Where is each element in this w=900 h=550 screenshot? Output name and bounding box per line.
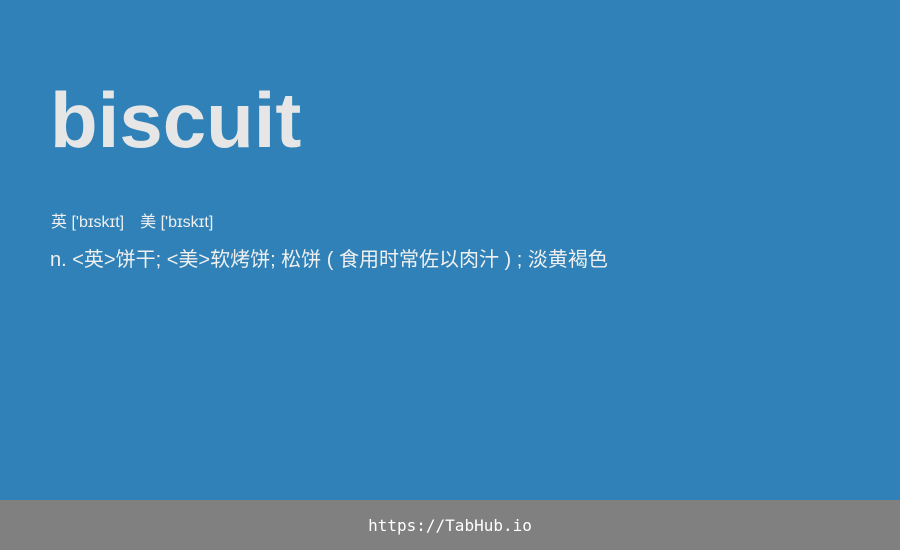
- definition: n. <英>饼干; <美>软烤饼; 松饼 ( 食用时常佐以肉汁 ) ; 淡黄褐色: [50, 249, 608, 271]
- phonetic-us: 美 ['bɪskɪt]: [140, 214, 214, 231]
- headword: biscuit: [50, 76, 302, 164]
- phonetic-uk: 英 ['bɪskɪt]: [51, 214, 125, 231]
- word-card: biscuit 英 ['bɪskɪt] 美 ['bɪskɪt] n. <英>饼干;…: [0, 0, 900, 500]
- phonetics: 英 ['bɪskɪt] 美 ['bɪskɪt]: [51, 212, 213, 234]
- footer-bar: https://TabHub.io: [0, 500, 900, 550]
- tabhub-link[interactable]: https://TabHub.io: [368, 516, 532, 535]
